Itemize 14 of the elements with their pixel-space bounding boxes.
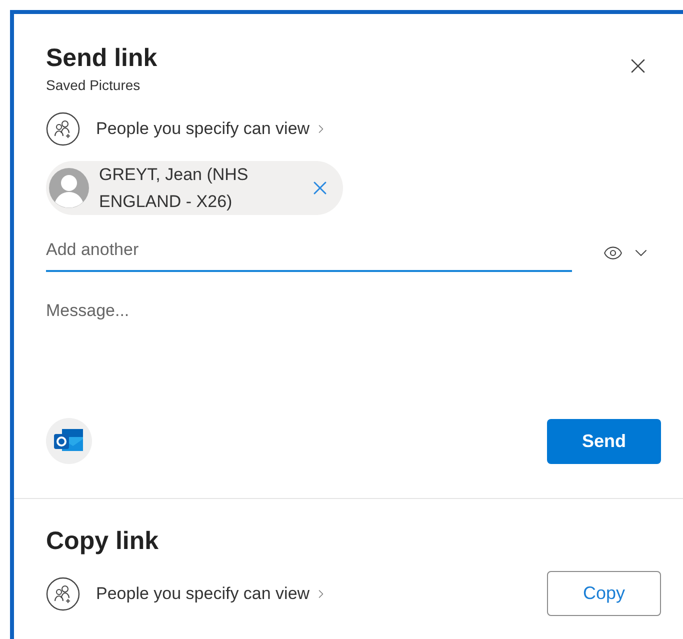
recipient-name: GREYT, Jean (NHS ENGLAND - X26) — [99, 164, 250, 213]
people-icon — [46, 576, 80, 610]
people-icon — [46, 112, 80, 146]
panel-title: Send link — [46, 43, 158, 74]
add-recipient-field[interactable]: Add another — [46, 234, 572, 272]
permission-link[interactable]: People you specify can view — [96, 116, 328, 142]
section-title: Copy link — [46, 526, 159, 557]
message-field[interactable]: Message... — [46, 298, 626, 378]
send-button[interactable]: Send — [547, 418, 661, 464]
folder-name: Saved Pictures — [46, 76, 140, 95]
permission-link[interactable]: People you specify can view — [96, 580, 328, 606]
outlook-button[interactable] — [46, 418, 92, 464]
copy-button[interactable]: Copy — [547, 571, 661, 616]
avatar-icon — [49, 168, 89, 208]
